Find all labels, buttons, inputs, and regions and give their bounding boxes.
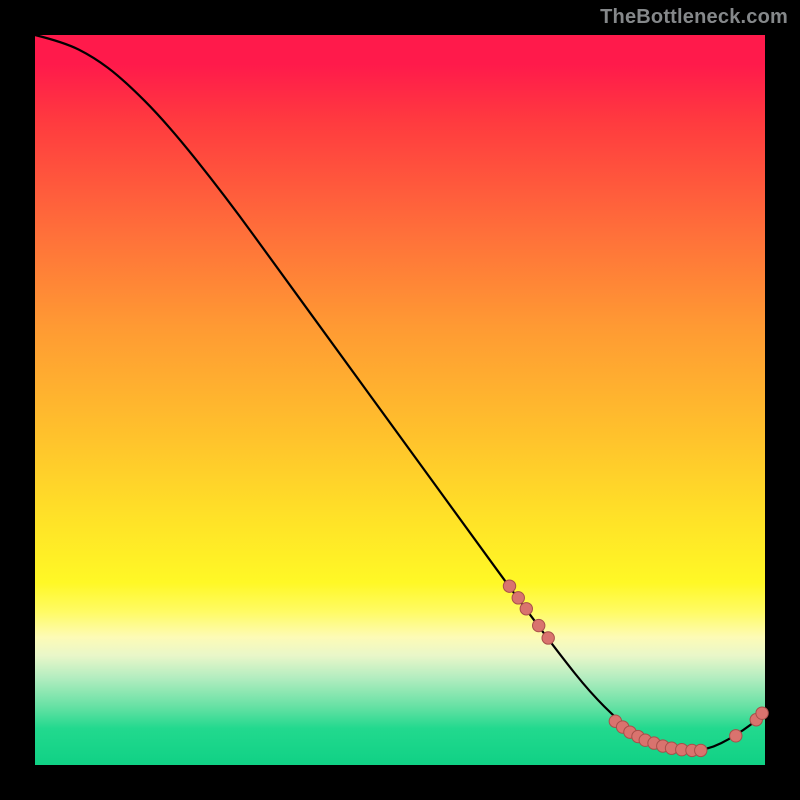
chart-marker [533, 619, 545, 631]
plot-area [35, 35, 765, 765]
watermark-text: TheBottleneck.com [600, 6, 788, 29]
chart-marker [512, 592, 524, 604]
chart-stage: TheBottleneck.com [0, 0, 800, 800]
chart-marker [542, 632, 554, 644]
chart-line [35, 35, 765, 750]
chart-marker [520, 603, 532, 615]
chart-marker [756, 707, 768, 719]
chart-svg [35, 35, 765, 765]
chart-markers [503, 580, 768, 757]
chart-marker [695, 744, 707, 756]
chart-marker [503, 580, 515, 592]
chart-marker [730, 730, 742, 742]
